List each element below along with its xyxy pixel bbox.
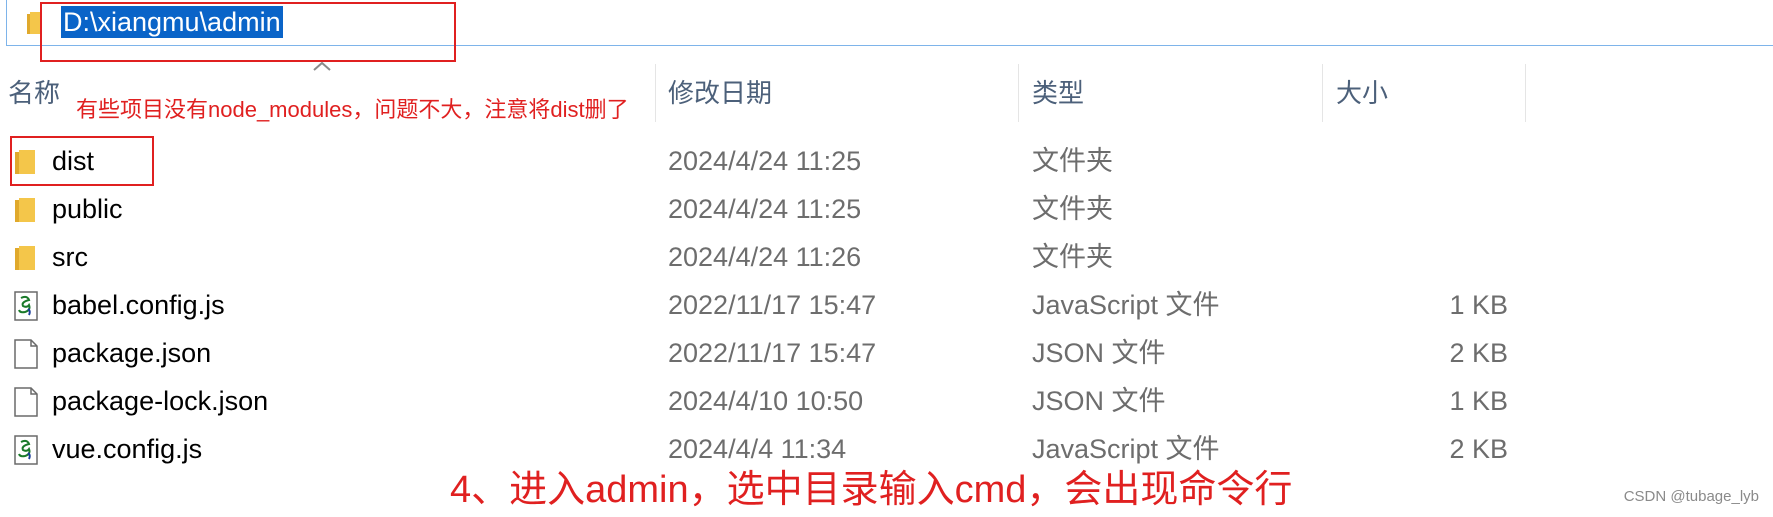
file-name: package.json xyxy=(52,338,212,368)
column-header-size[interactable]: 大小 xyxy=(1336,68,1388,122)
annotation-step: 4、进入admin，选中目录输入cmd，会出现命令行 xyxy=(450,469,1293,511)
chevron-up-icon xyxy=(313,61,331,71)
column-divider[interactable] xyxy=(1018,64,1019,122)
script-file-icon xyxy=(14,291,38,321)
file-size: 1 KB xyxy=(1449,290,1508,320)
file-size: 1 KB xyxy=(1449,386,1508,416)
file-type: 文件夹 xyxy=(1032,194,1113,224)
highlight-box-dist xyxy=(10,136,154,186)
column-divider[interactable] xyxy=(1525,64,1526,122)
blank-file-icon xyxy=(14,387,38,417)
file-row-src[interactable]: src 2024/4/24 11:26 文件夹 xyxy=(0,233,1773,281)
file-row-dist[interactable]: dist 2024/4/24 11:25 文件夹 xyxy=(0,137,1773,185)
file-date: 2024/4/24 11:25 xyxy=(668,146,862,176)
file-row-public[interactable]: public 2024/4/24 11:25 文件夹 xyxy=(0,185,1773,233)
file-row-package-json[interactable]: package.json 2022/11/17 15:47 JSON 文件 2 … xyxy=(0,329,1773,377)
column-header-name[interactable]: 名称 xyxy=(8,68,60,122)
column-divider[interactable] xyxy=(1322,64,1323,122)
file-name: src xyxy=(52,242,88,272)
annotation-note: 有些项目没有node_modules，问题不大，注意将dist删了 xyxy=(76,97,629,122)
column-header-type[interactable]: 类型 xyxy=(1032,68,1084,122)
file-type: 文件夹 xyxy=(1032,146,1113,176)
blank-file-icon xyxy=(14,339,38,369)
file-date: 2022/11/17 15:47 xyxy=(668,290,877,320)
file-name: public xyxy=(52,194,123,224)
file-date: 2024/4/24 11:26 xyxy=(668,242,862,272)
file-name: vue.config.js xyxy=(52,434,203,464)
file-type: JSON 文件 xyxy=(1032,386,1166,416)
file-type: 文件夹 xyxy=(1032,242,1113,272)
folder-icon xyxy=(15,246,35,270)
folder-icon xyxy=(15,198,35,222)
file-name: package-lock.json xyxy=(52,386,269,416)
column-divider[interactable] xyxy=(655,64,656,122)
file-date: 2024/4/24 11:25 xyxy=(668,194,862,224)
watermark: CSDN @tubage_lyb xyxy=(1623,488,1759,505)
file-size: 2 KB xyxy=(1449,338,1508,368)
file-date: 2024/4/10 10:50 xyxy=(668,386,864,416)
file-name: babel.config.js xyxy=(52,290,225,320)
file-row-babel-config[interactable]: babel.config.js 2022/11/17 15:47 JavaScr… xyxy=(0,281,1773,329)
file-date: 2022/11/17 15:47 xyxy=(668,338,877,368)
column-header-date[interactable]: 修改日期 xyxy=(668,68,772,122)
file-row-package-lock-json[interactable]: package-lock.json 2024/4/10 10:50 JSON 文… xyxy=(0,377,1773,425)
highlight-box-address xyxy=(40,2,456,62)
file-type: JSON 文件 xyxy=(1032,338,1166,368)
script-file-icon xyxy=(14,435,38,465)
file-size: 2 KB xyxy=(1449,434,1508,464)
file-type: JavaScript 文件 xyxy=(1032,290,1220,320)
